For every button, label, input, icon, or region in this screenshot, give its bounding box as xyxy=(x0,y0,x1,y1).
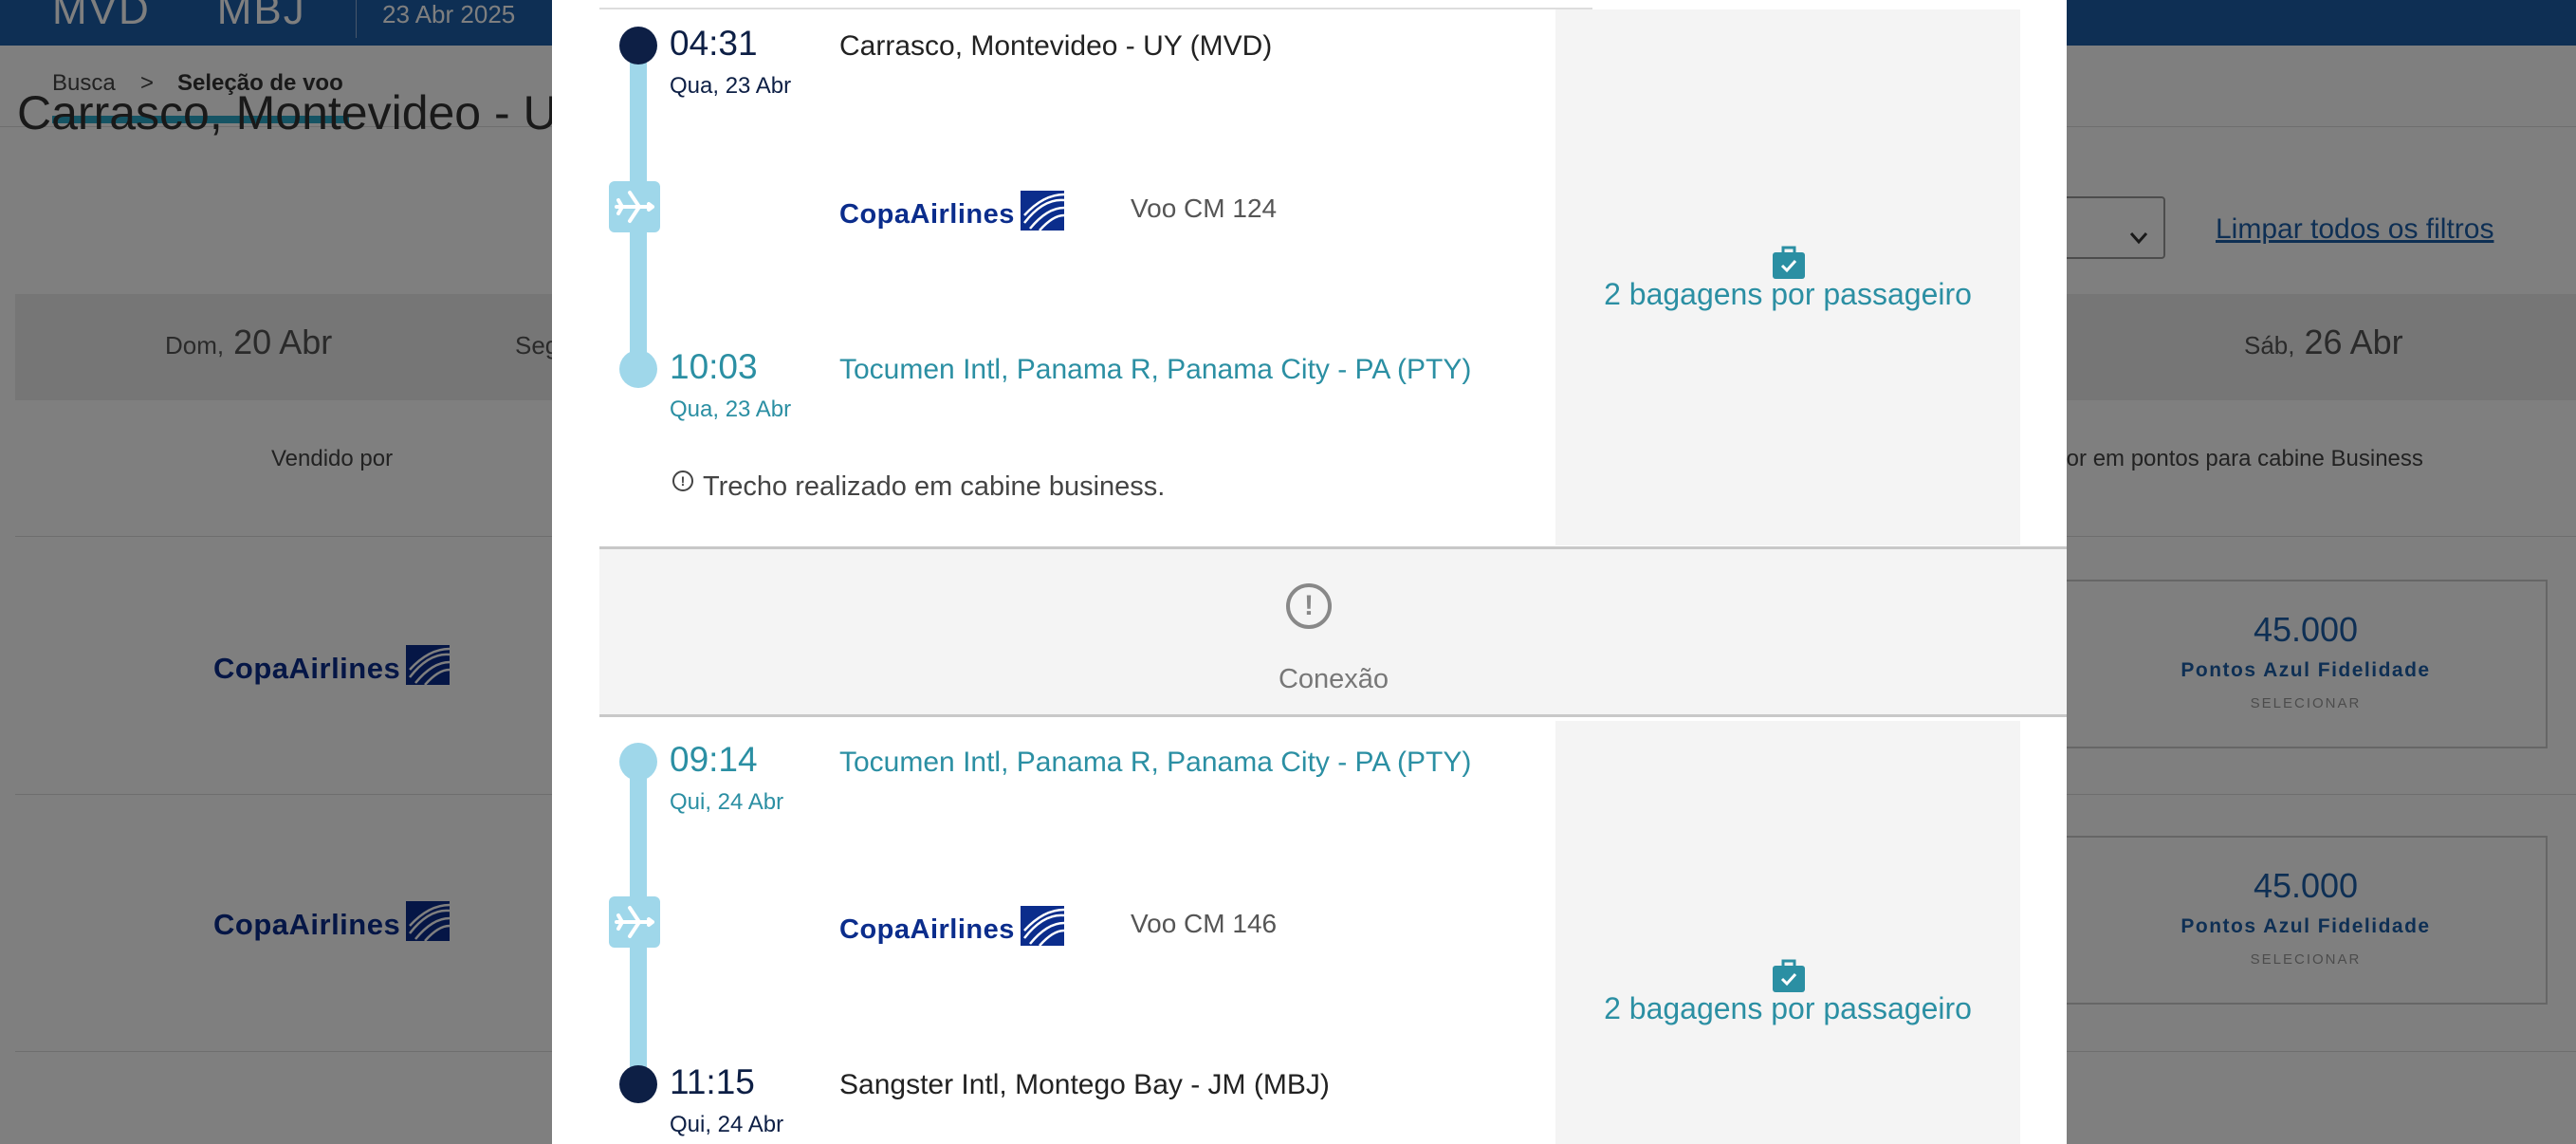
departure-airport: Carrasco, Montevideo - UY (MVD) xyxy=(839,30,1273,62)
airline-logo: CopaAirlines xyxy=(839,906,1068,953)
arrival-day: Qui, 24 Abr xyxy=(670,1112,784,1137)
plane-icon xyxy=(609,181,660,232)
arrival-dot xyxy=(619,1065,657,1103)
departure-time: 09:14 xyxy=(670,740,758,779)
connection-banner: ! Conexão xyxy=(599,546,2067,717)
segment-top-divider xyxy=(599,8,1592,9)
flight-number: Voo CM 146 xyxy=(1131,909,1278,938)
departure-day: Qua, 23 Abr xyxy=(670,73,792,99)
arrival-airport: Tocumen Intl, Panama R, Panama City - PA… xyxy=(839,354,1472,385)
departure-dot xyxy=(619,743,657,781)
departure-airport: Tocumen Intl, Panama R, Panama City - PA… xyxy=(839,747,1472,778)
baggage-panel: 2 bagagens por passageiro xyxy=(1555,9,2020,545)
arrival-time: 11:15 xyxy=(670,1062,755,1101)
airline-name: CopaAirlines xyxy=(839,913,1015,945)
alert-icon: ! xyxy=(1286,583,1332,629)
departure-day: Qui, 24 Abr xyxy=(670,789,784,815)
airline-name: CopaAirlines xyxy=(839,198,1015,230)
airline-logo: CopaAirlines xyxy=(839,191,1068,238)
baggage-text: 2 bagagens por passageiro xyxy=(1604,991,1972,1025)
cabin-note: ! Trecho realizado em cabine business. xyxy=(672,470,1166,503)
arrival-day: Qua, 23 Abr xyxy=(670,397,792,422)
cabin-note-text: Trecho realizado em cabine business. xyxy=(703,471,1166,502)
connection-label: Conexão xyxy=(1278,664,1389,694)
plane-icon xyxy=(609,896,660,948)
flight-details-modal: 2 bagagens por passageiro 04:31 Qua, 23 … xyxy=(552,0,2067,1144)
arrival-time: 10:03 xyxy=(670,347,758,386)
flight-number: Voo CM 124 xyxy=(1131,194,1278,223)
baggage-text: 2 bagagens por passageiro xyxy=(1604,277,1972,311)
departure-dot xyxy=(619,27,657,65)
arrival-dot xyxy=(619,350,657,388)
baggage-panel: 2 bagagens por passageiro xyxy=(1555,721,2020,1144)
info-icon: ! xyxy=(672,470,693,491)
copa-wing-icon xyxy=(1020,191,1068,238)
arrival-airport: Sangster Intl, Montego Bay - JM (MBJ) xyxy=(839,1069,1330,1100)
departure-time: 04:31 xyxy=(670,24,758,63)
copa-wing-icon xyxy=(1020,906,1068,953)
